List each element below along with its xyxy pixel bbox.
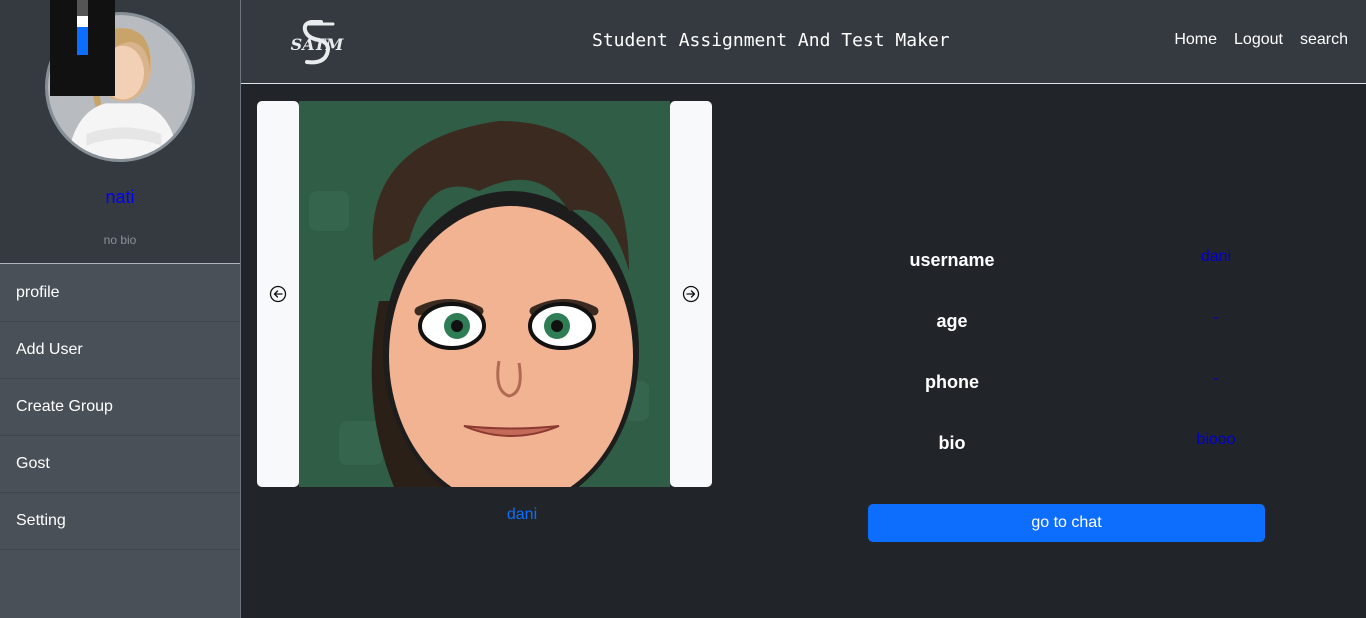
nav-search-link[interactable]: search — [1300, 31, 1348, 49]
nav-logout-link[interactable]: Logout — [1234, 31, 1283, 49]
profile-details: username dani age - phone - bio biooo — [868, 240, 1265, 484]
arrow-right-circle-icon — [682, 285, 700, 303]
carousel-next-button[interactable] — [670, 101, 712, 487]
progress-marker — [77, 16, 88, 27]
app-root: nati no bio profile Add User Create Grou… — [0, 0, 1366, 618]
sidebar-item-create-group[interactable]: Create Group — [0, 379, 240, 436]
detail-label: bio — [938, 433, 966, 453]
sidebar-menu: profile Add User Create Group Gost Setti… — [0, 265, 240, 550]
detail-row-username: username dani — [868, 240, 1265, 301]
detail-value: dani — [1200, 248, 1232, 265]
sidebar-item-setting[interactable]: Setting — [0, 493, 240, 550]
sidebar: nati no bio profile Add User Create Grou… — [0, 0, 241, 618]
sidebar-item-add-user[interactable]: Add User — [0, 322, 240, 379]
logo-text: SATM — [291, 35, 345, 54]
sidebar-item-profile[interactable]: profile — [0, 265, 240, 322]
arrow-left-circle-icon — [269, 285, 287, 303]
sidebar-profile-panel: nati no bio — [0, 0, 240, 264]
user-bio: no bio — [103, 233, 137, 247]
profile-carousel — [257, 101, 712, 487]
detail-row-age: age - — [868, 301, 1265, 362]
detail-value: - — [1213, 370, 1219, 387]
top-nav: Home Logout search — [1174, 31, 1348, 49]
go-to-chat-button[interactable]: go to chat — [868, 504, 1265, 542]
detail-row-bio: bio biooo — [868, 423, 1265, 484]
carousel-caption: dani — [506, 506, 538, 523]
detail-label: age — [936, 311, 968, 331]
app-title: Student Assignment And Test Maker — [592, 30, 950, 51]
user-name[interactable]: nati — [0, 187, 240, 208]
detail-row-phone: phone - — [868, 362, 1265, 423]
detail-value: biooo — [1196, 431, 1236, 448]
detail-value: - — [1213, 309, 1219, 326]
carousel-avatar-image — [299, 101, 670, 487]
detail-label: username — [909, 250, 995, 270]
top-header: SATM Student Assignment And Test Maker H… — [241, 0, 1366, 84]
detail-label: phone — [925, 372, 979, 392]
nav-home-link[interactable]: Home — [1174, 31, 1217, 49]
satm-logo[interactable]: SATM — [281, 20, 353, 66]
carousel-prev-button[interactable] — [257, 101, 299, 487]
progress-fill — [77, 27, 88, 55]
sidebar-item-gost[interactable]: Gost — [0, 436, 240, 493]
mini-progress-widget — [50, 0, 115, 96]
